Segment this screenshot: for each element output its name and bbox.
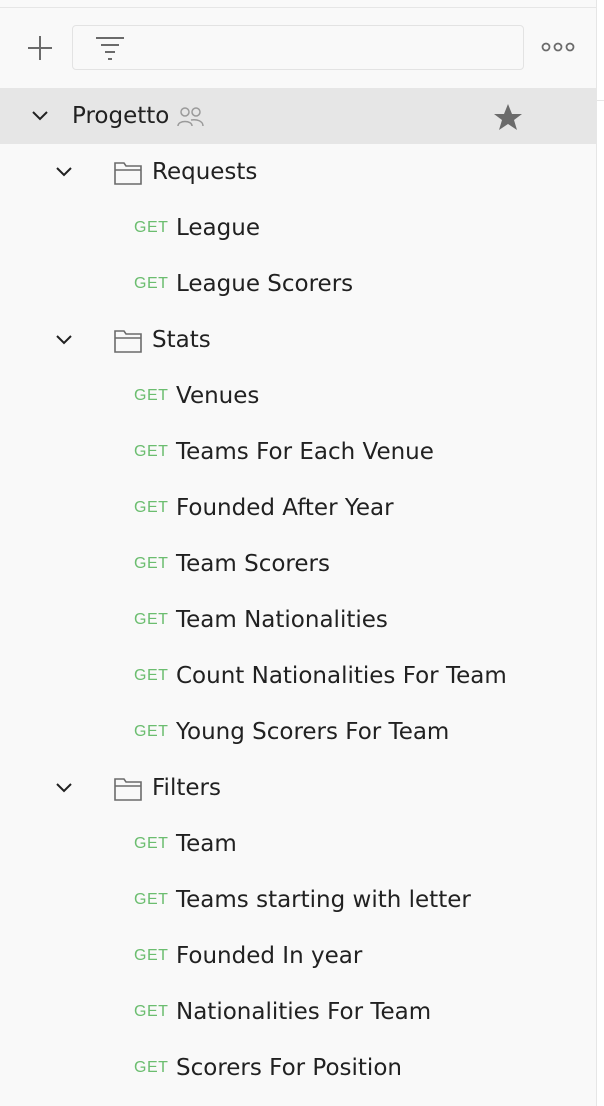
method-badge: GET [134,499,169,516]
folder-name: Requests [152,159,258,185]
star-icon[interactable] [492,102,524,134]
folder-icon [114,778,142,801]
plus-icon [28,36,52,60]
request-row[interactable]: GET Founded In year [0,928,596,984]
method-badge: GET [134,667,169,684]
method-badge: GET [134,555,169,572]
request-row[interactable]: GET Teams For Each Venue [0,424,596,480]
request-row[interactable]: GET Scorers For Position [0,1040,596,1096]
request-row[interactable]: GET League [0,200,596,256]
method-badge: GET [134,1003,169,1020]
request-row[interactable]: GET League Scorers [0,256,596,312]
request-row[interactable]: GET Young Scorers For Team [0,704,596,760]
new-collection-button[interactable] [22,30,58,66]
method-badge: GET [134,387,169,404]
resize-rail[interactable] [596,0,604,1106]
filter-input[interactable] [137,26,521,71]
folder-name: Filters [152,775,221,801]
request-name: Founded After Year [176,495,394,521]
request-row[interactable]: GET Venues [0,368,596,424]
request-name: Teams starting with letter [176,887,471,913]
request-row[interactable]: GET Count Nationalities For Team [0,648,596,704]
request-name: Young Scorers For Team [176,719,450,745]
request-name: Nationalities For Team [176,999,432,1025]
chevron-down-icon[interactable] [53,777,75,799]
request-name: League [176,215,260,241]
request-row[interactable]: GET Team [0,816,596,872]
method-badge: GET [134,611,169,628]
folder-name: Stats [152,327,211,353]
filter-box[interactable] [72,25,524,71]
chevron-down-icon[interactable] [53,329,75,351]
request-row[interactable]: GET Nationalities For Team [0,984,596,1040]
method-badge: GET [134,947,169,964]
folder-row-requests[interactable]: Requests [0,144,596,200]
collection-row-progetto[interactable]: Progetto [0,88,596,144]
method-badge: GET [134,835,169,852]
more-horizontal-icon [541,42,575,52]
method-badge: GET [134,723,169,740]
request-name: League Scorers [176,271,354,297]
chevron-down-icon[interactable] [29,105,51,127]
method-badge: GET [134,275,169,292]
method-badge: GET [134,891,169,908]
request-name: Teams For Each Venue [176,439,434,465]
method-badge: GET [134,1059,169,1076]
method-badge: GET [134,443,169,460]
people-icon [177,107,204,127]
collection-name: Progetto [72,103,170,129]
request-name: Founded In year [176,943,363,969]
rail-divider [596,100,604,101]
request-name: Count Nationalities For Team [176,663,507,689]
request-row[interactable]: GET Team Scorers [0,536,596,592]
collections-sidebar: Progetto Requests GET League GET League … [0,0,604,1106]
folder-icon [114,162,142,185]
chevron-down-icon[interactable] [53,161,75,183]
method-badge: GET [134,219,169,236]
sidebar-toolbar [0,8,596,88]
more-options-button[interactable] [540,36,576,58]
request-name: Venues [176,383,260,409]
request-row[interactable]: GET Teams starting with letter [0,872,596,928]
folder-row-stats[interactable]: Stats [0,312,596,368]
folder-icon [114,330,142,353]
filter-lines-icon [96,37,124,60]
request-name: Team [176,831,237,857]
request-name: Team Nationalities [176,607,388,633]
request-name: Scorers For Position [176,1055,402,1081]
request-name: Team Scorers [176,551,330,577]
request-row[interactable]: GET Team Nationalities [0,592,596,648]
folder-row-filters[interactable]: Filters [0,760,596,816]
request-row[interactable]: GET Founded After Year [0,480,596,536]
